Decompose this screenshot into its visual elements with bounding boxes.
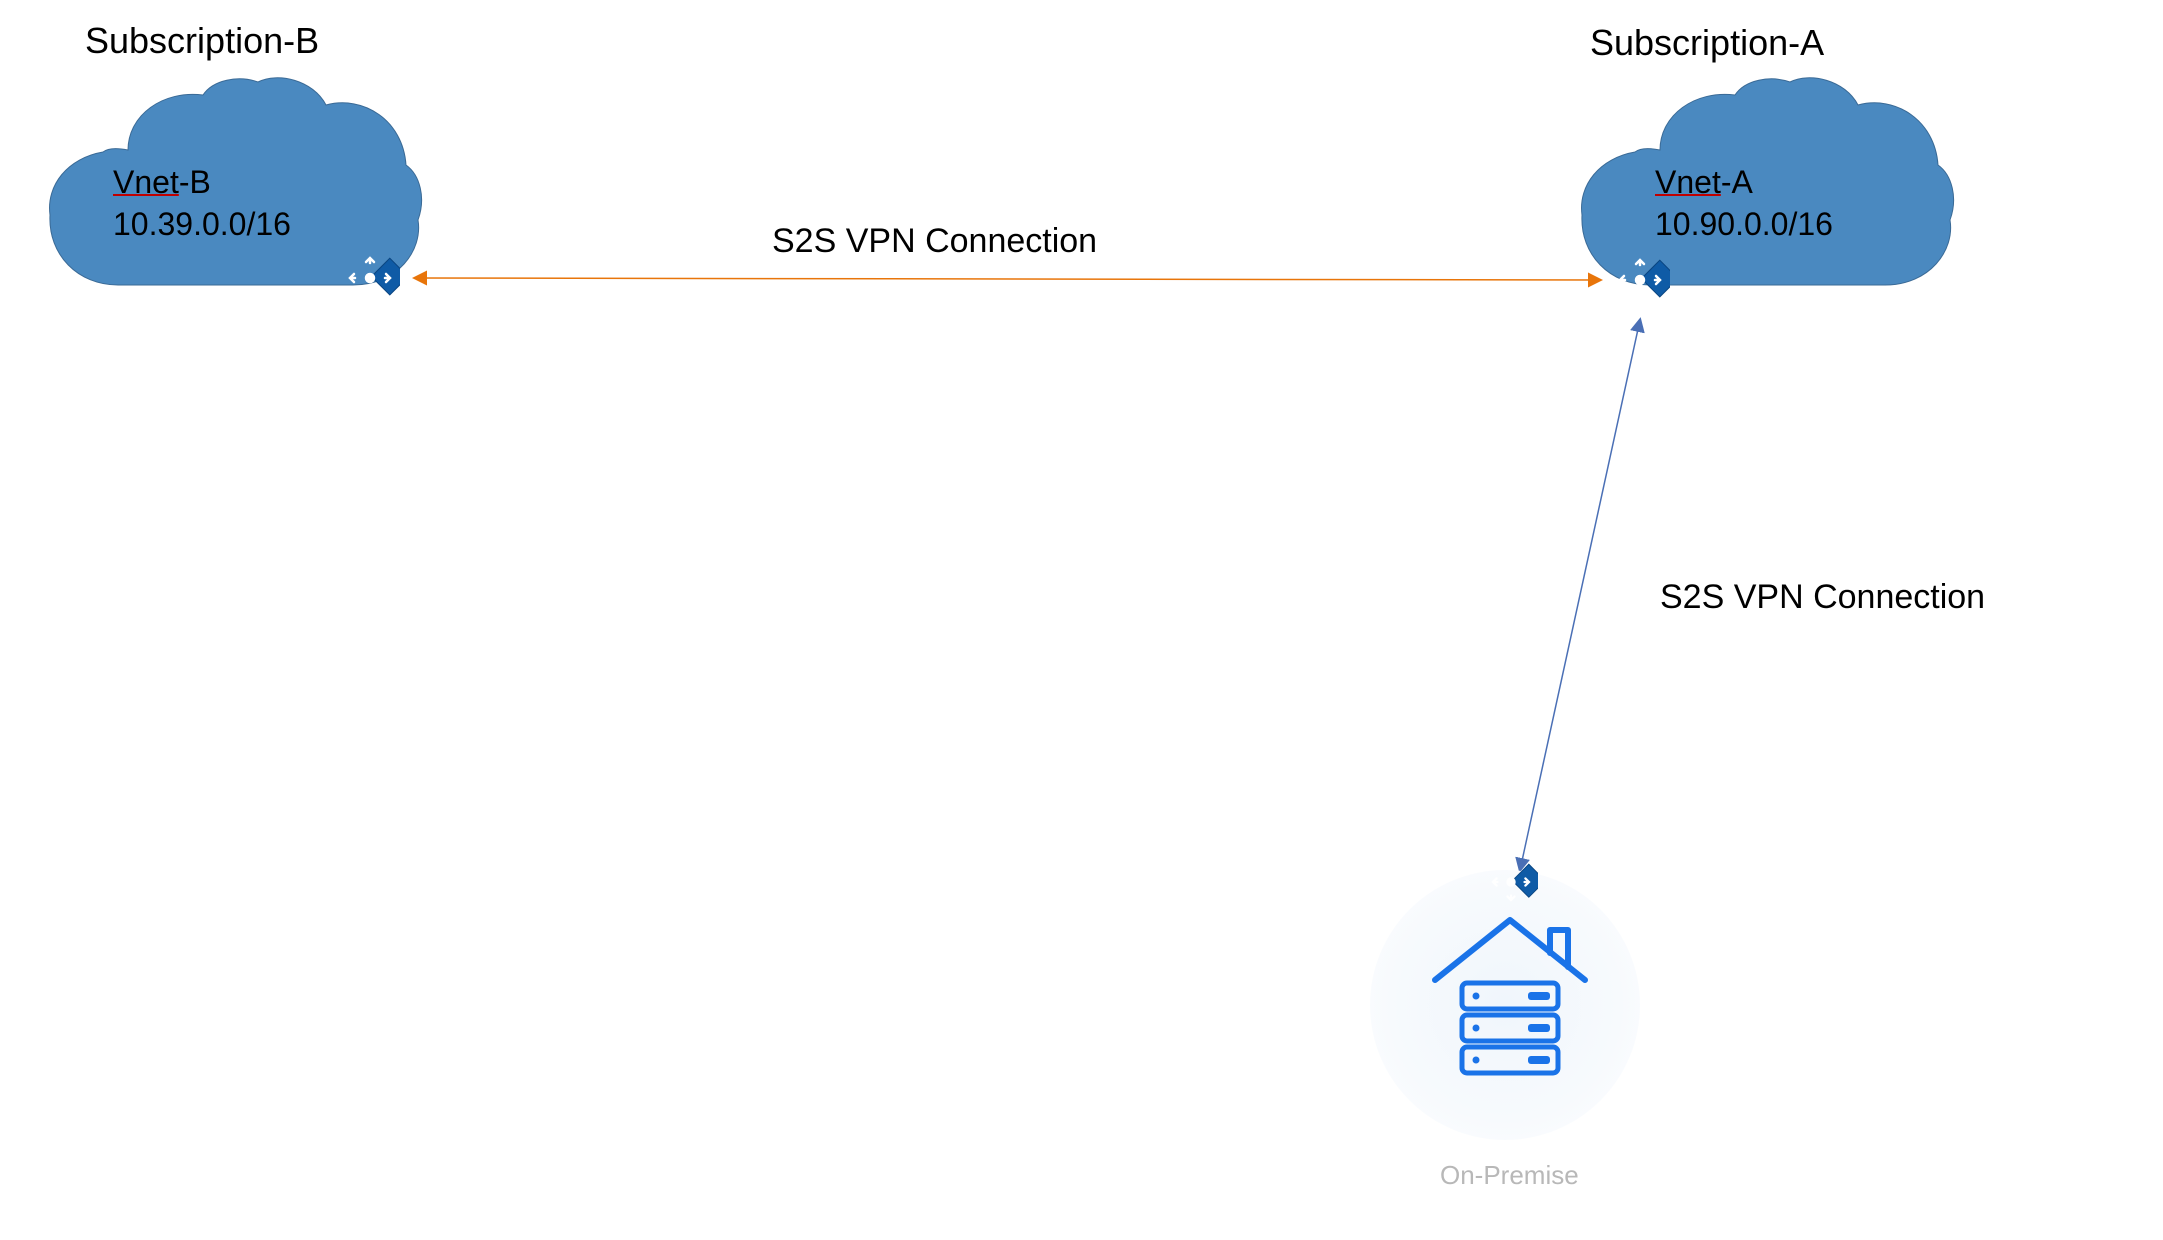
vnet-a-suffix: -A (1721, 164, 1753, 200)
gateway-icon-vnet-a (1610, 250, 1670, 315)
vnet-b-name: Vnet (113, 164, 179, 200)
vnet-b-cidr: 10.39.0.0/16 (113, 206, 291, 242)
onpremise-house-icon (1420, 905, 1600, 1085)
vnet-a-text: Vnet-A 10.90.0.0/16 (1655, 162, 1833, 245)
vnet-a-cidr: 10.90.0.0/16 (1655, 206, 1833, 242)
vnet-a-name: Vnet (1655, 164, 1721, 200)
onpremise-label: On-Premise (1440, 1160, 1579, 1191)
subscription-b-label: Subscription-B (85, 20, 319, 62)
s2s-connection-vertical (1520, 320, 1640, 870)
vnet-b-suffix: -B (179, 164, 211, 200)
gateway-icon-onprem (1484, 855, 1538, 914)
s2s-connection-label-2: S2S VPN Connection (1660, 578, 1985, 617)
gateway-icon-vnet-b (340, 248, 400, 313)
vnet-b-text: Vnet-B 10.39.0.0/16 (113, 162, 291, 245)
subscription-a-label: Subscription-A (1590, 22, 1824, 64)
s2s-connection-horizontal (415, 278, 1600, 280)
s2s-connection-label-1: S2S VPN Connection (772, 222, 1097, 261)
diagram-container: Subscription-B Subscription-A Vnet-B 10.… (0, 0, 2163, 1240)
